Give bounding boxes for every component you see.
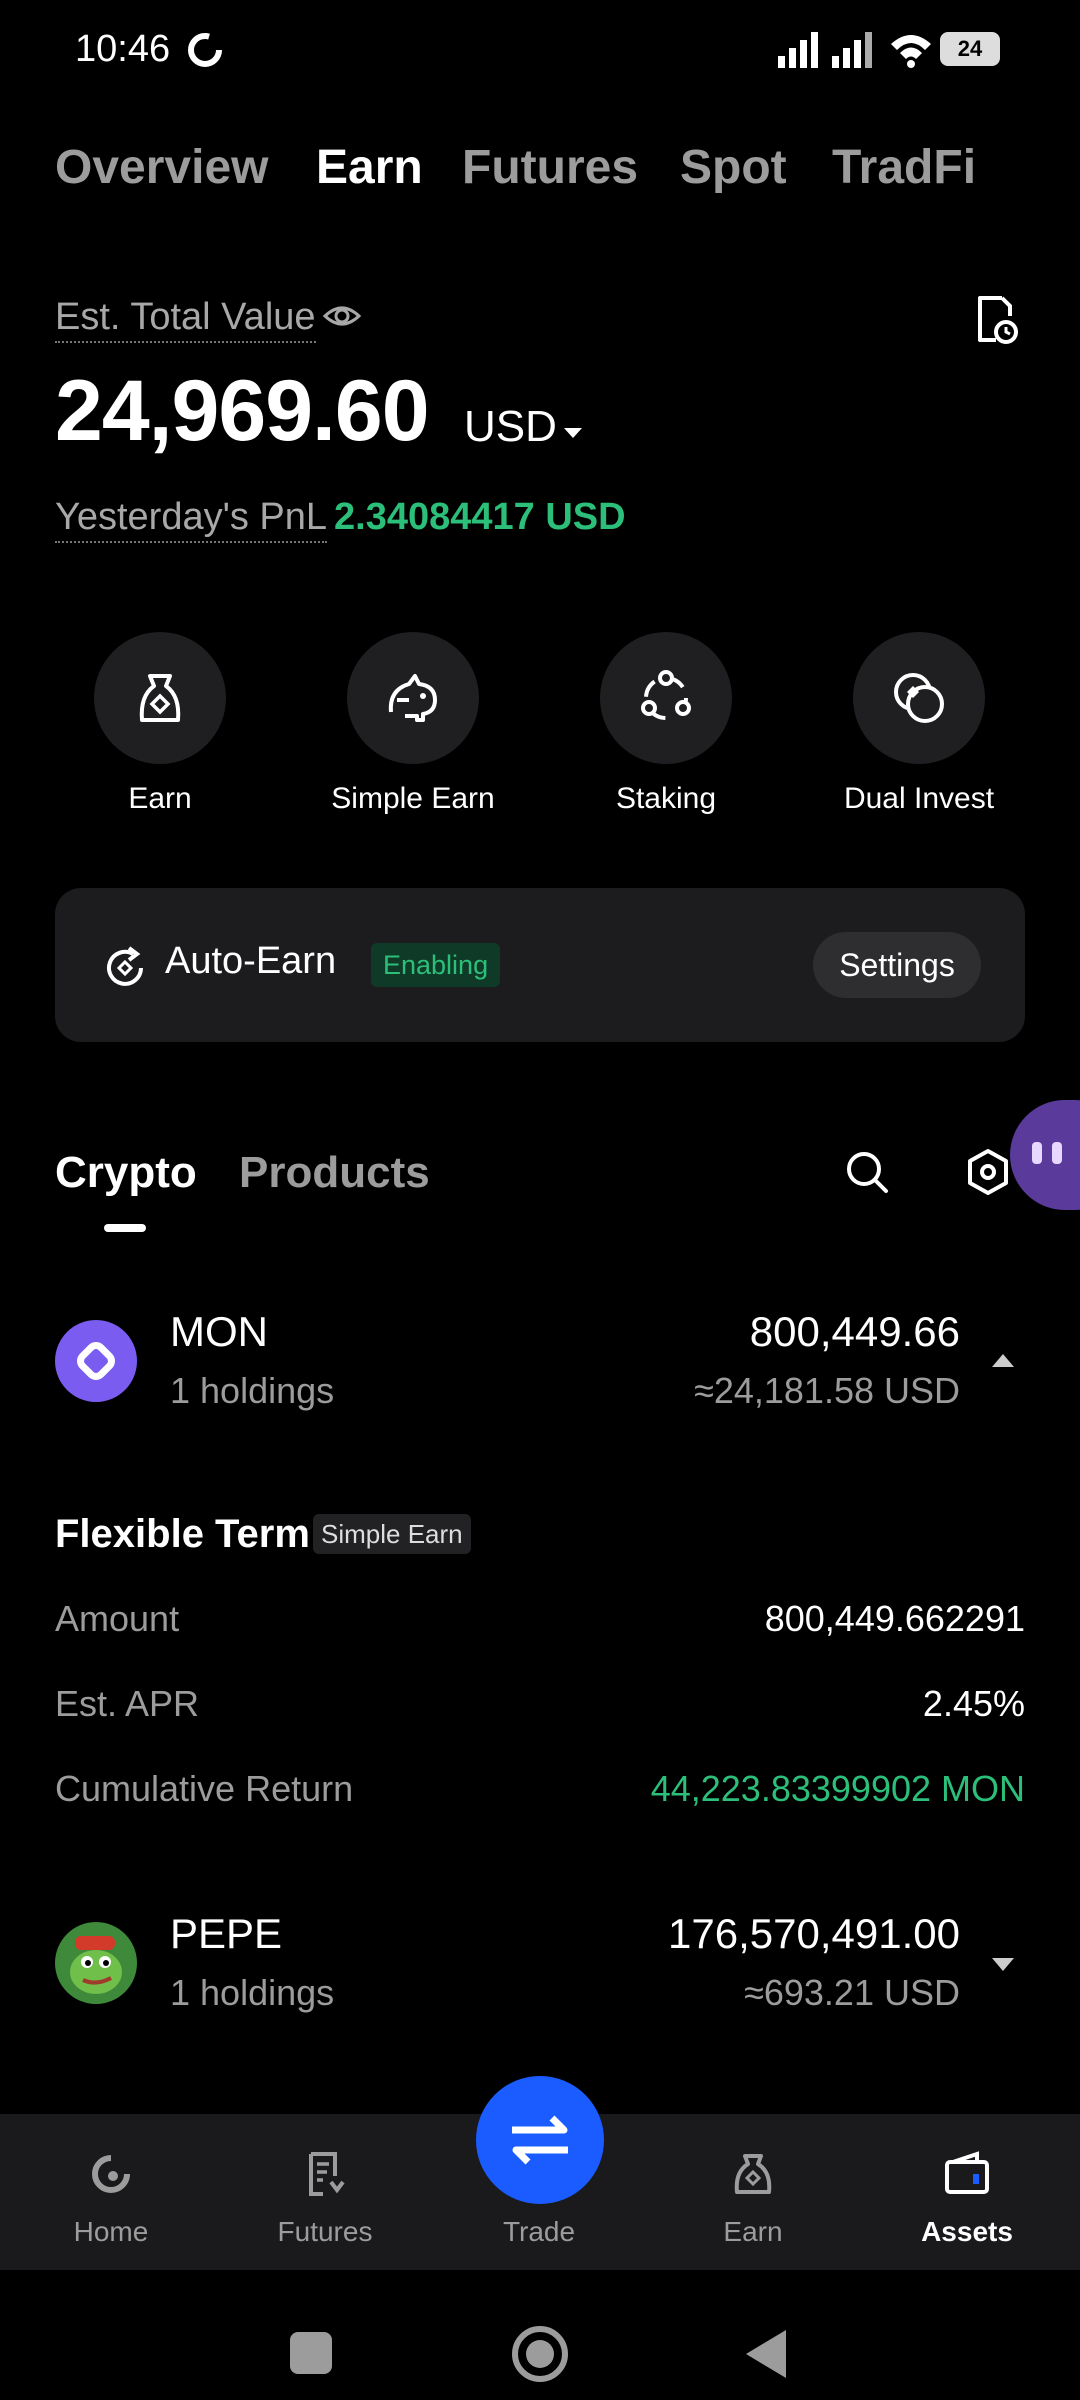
trade-button[interactable] <box>476 2076 604 2204</box>
nav-home[interactable]: Home <box>3 2114 219 2270</box>
battery-icon: 24 <box>940 32 1000 66</box>
tab-earn[interactable]: Earn <box>316 140 423 195</box>
coin-amount: 176,570,491.00 <box>668 1910 960 1957</box>
battery-level: 24 <box>957 36 983 61</box>
nav-assets[interactable]: Assets <box>859 2114 1075 2270</box>
asset-row-pepe[interactable]: PEPE 1 holdings 176,570,491.00 ≈693.21 U… <box>0 1902 1080 2022</box>
detail-value: 2.45% <box>922 1683 1025 1724</box>
recents-icon[interactable] <box>290 2332 332 2374</box>
simple-earn-action-label: Simple Earn <box>331 782 495 815</box>
detail-label: Amount <box>55 1598 180 1639</box>
nav-assets-label: Assets <box>921 2216 1013 2247</box>
coin-holdings: 1 holdings <box>170 1370 335 1411</box>
nav-trade-label: Trade <box>502 2216 576 2247</box>
nav-earn[interactable]: Earn <box>645 2114 861 2270</box>
currency-selector[interactable]: USD <box>464 402 557 452</box>
pepe-logo-icon <box>55 1922 137 2004</box>
detail-value: 800,449.662291 <box>764 1598 1025 1639</box>
tab-tradfi[interactable]: TradFi <box>832 140 976 195</box>
auto-earn-icon <box>107 946 143 986</box>
mon-logo-icon <box>55 1320 137 1402</box>
auto-earn-card[interactable]: Auto-Earn Enabling Settings <box>55 888 1025 1042</box>
earn-action-button[interactable] <box>94 632 226 764</box>
settings-hex-icon[interactable] <box>965 1148 1011 1196</box>
earn-bag-icon <box>734 2154 772 2194</box>
asset-row-mon[interactable]: MON 1 holdings 800,449.66 ≈24,181.58 USD <box>0 1300 1080 1420</box>
nav-home-label: Home <box>73 2216 149 2247</box>
home-icon <box>92 2155 130 2193</box>
pnl-value: 2.34084417 USD <box>334 496 626 538</box>
bot-eye <box>1052 1142 1062 1164</box>
coin-name: PEPE <box>170 1910 283 1957</box>
status-time: 10:46 <box>75 28 171 70</box>
earn-action-label: Earn <box>128 782 192 815</box>
total-value: 24,969.60 <box>55 363 430 459</box>
coin-usd-value: ≈693.21 USD <box>744 1972 960 2013</box>
tab-products[interactable]: Products <box>239 1148 430 1198</box>
auto-earn-title: Auto-Earn <box>165 940 337 982</box>
coin-holdings: 1 holdings <box>170 1972 335 2013</box>
coin-amount: 800,449.66 <box>749 1308 960 1355</box>
assistant-bot-icon[interactable] <box>1010 1100 1080 1210</box>
data-saver-icon <box>188 33 222 67</box>
nav-futures-label: Futures <box>277 2216 373 2247</box>
swap-arrows-icon <box>512 2115 568 2165</box>
history-report-icon[interactable] <box>972 294 1020 346</box>
active-tab-indicator <box>104 1224 146 1232</box>
detail-label: Est. APR <box>55 1683 200 1724</box>
staking-action-label: Staking <box>615 782 717 815</box>
product-title: Flexible Term <box>55 1512 310 1556</box>
piggy-bank-icon <box>388 674 437 722</box>
system-nav-bar <box>0 2270 1080 2400</box>
coin-usd-value: ≈24,181.58 USD <box>694 1370 960 1411</box>
back-icon[interactable] <box>746 2330 786 2378</box>
staking-nodes-icon <box>641 670 691 720</box>
futures-doc-icon <box>309 2152 345 2196</box>
coin-name: MON <box>170 1308 268 1355</box>
signal-icon <box>778 32 818 68</box>
simple-earn-action-button[interactable] <box>347 632 479 764</box>
tab-overview[interactable]: Overview <box>55 140 268 195</box>
collapse-icon[interactable] <box>992 1354 1014 1367</box>
tab-futures[interactable]: Futures <box>462 140 638 195</box>
product-badge: Simple Earn <box>313 1514 471 1554</box>
earn-bag-icon <box>139 674 181 722</box>
caret-down-icon[interactable] <box>564 428 582 438</box>
status-bar: 10:46 24 <box>0 0 1080 105</box>
status-badge: Enabling <box>371 943 501 987</box>
expand-icon[interactable] <box>992 1958 1014 1971</box>
est-total-value-label[interactable]: Est. Total Value <box>55 296 316 343</box>
nav-earn-label: Earn <box>723 2216 783 2247</box>
tab-crypto[interactable]: Crypto <box>55 1148 197 1198</box>
wallet-icon <box>945 2151 989 2194</box>
dual-invest-action-label: Dual Invest <box>843 782 995 815</box>
detail-value: 44,223.83399902 MON <box>650 1768 1025 1809</box>
coins-icon <box>894 673 944 723</box>
dual-invest-action-button[interactable] <box>853 632 985 764</box>
settings-button[interactable]: Settings <box>813 932 981 998</box>
eye-icon[interactable] <box>322 298 362 334</box>
nav-futures[interactable]: Futures <box>217 2114 433 2270</box>
pnl-label[interactable]: Yesterday's PnL <box>55 496 328 543</box>
bot-eye <box>1032 1142 1042 1164</box>
staking-action-button[interactable] <box>600 632 732 764</box>
home-circle-icon[interactable] <box>512 2326 568 2382</box>
search-icon[interactable] <box>843 1148 891 1196</box>
signal-icon <box>832 32 872 68</box>
detail-label: Cumulative Return <box>55 1768 354 1809</box>
wifi-icon <box>891 35 931 68</box>
tab-spot[interactable]: Spot <box>680 140 787 195</box>
